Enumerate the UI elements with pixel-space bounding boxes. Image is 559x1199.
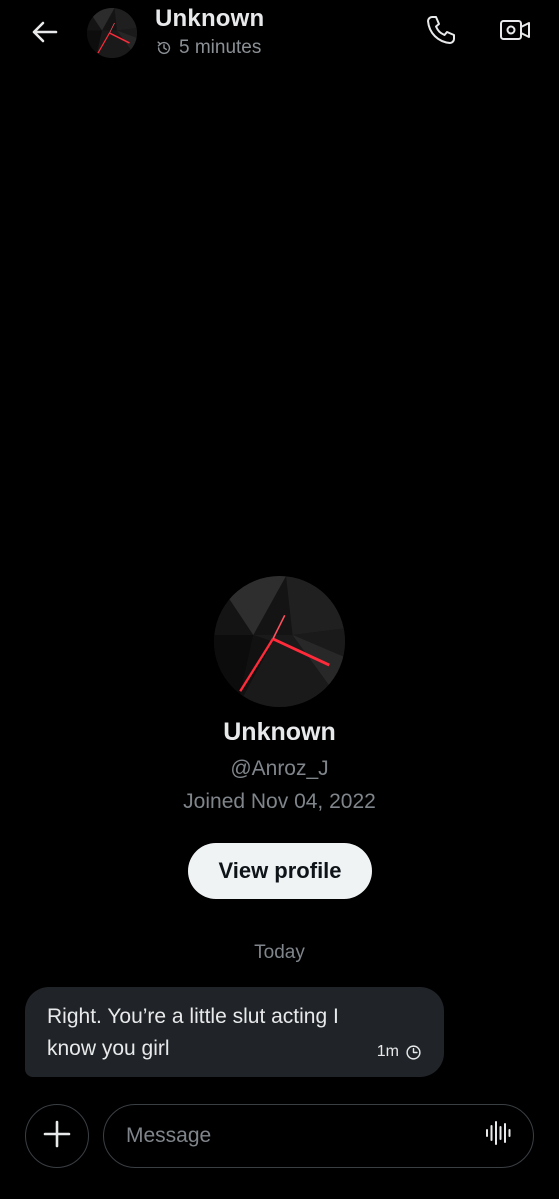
disappearing-clock-icon bbox=[405, 1044, 422, 1061]
arrow-left-icon bbox=[29, 17, 59, 52]
profile-name: Unknown bbox=[223, 718, 336, 746]
view-profile-button[interactable]: View profile bbox=[188, 843, 372, 899]
voice-message-button[interactable] bbox=[483, 1120, 513, 1150]
voice-call-button[interactable] bbox=[421, 12, 461, 52]
header-avatar[interactable] bbox=[87, 8, 137, 58]
phone-icon bbox=[424, 13, 458, 52]
conversation-header: Unknown 5 minutes bbox=[0, 0, 559, 70]
message-input[interactable] bbox=[126, 1105, 456, 1166]
message-text: Right. You’re a little slut acting I kno… bbox=[47, 1005, 339, 1060]
header-status: 5 minutes bbox=[155, 37, 261, 59]
disappearing-timer-icon bbox=[155, 39, 173, 57]
message-composer[interactable] bbox=[103, 1104, 534, 1168]
back-button[interactable] bbox=[26, 16, 62, 52]
header-contact-name: Unknown bbox=[155, 5, 265, 32]
profile-joined-date: Joined Nov 04, 2022 bbox=[183, 790, 376, 813]
profile-handle: @Anroz_J bbox=[230, 757, 329, 780]
message-time: 1m bbox=[376, 1043, 399, 1060]
add-attachment-button[interactable] bbox=[25, 1104, 89, 1168]
date-separator: Today bbox=[254, 942, 305, 963]
video-call-button[interactable] bbox=[495, 12, 535, 52]
video-camera-icon bbox=[498, 13, 532, 52]
status-text: 5 minutes bbox=[179, 37, 262, 58]
plus-icon bbox=[42, 1119, 72, 1154]
audio-waveform-icon bbox=[484, 1119, 512, 1152]
profile-avatar[interactable] bbox=[214, 576, 345, 707]
message-bubble[interactable]: Right. You’re a little slut acting I kno… bbox=[25, 987, 444, 1077]
message-meta: 1m bbox=[377, 1043, 422, 1061]
